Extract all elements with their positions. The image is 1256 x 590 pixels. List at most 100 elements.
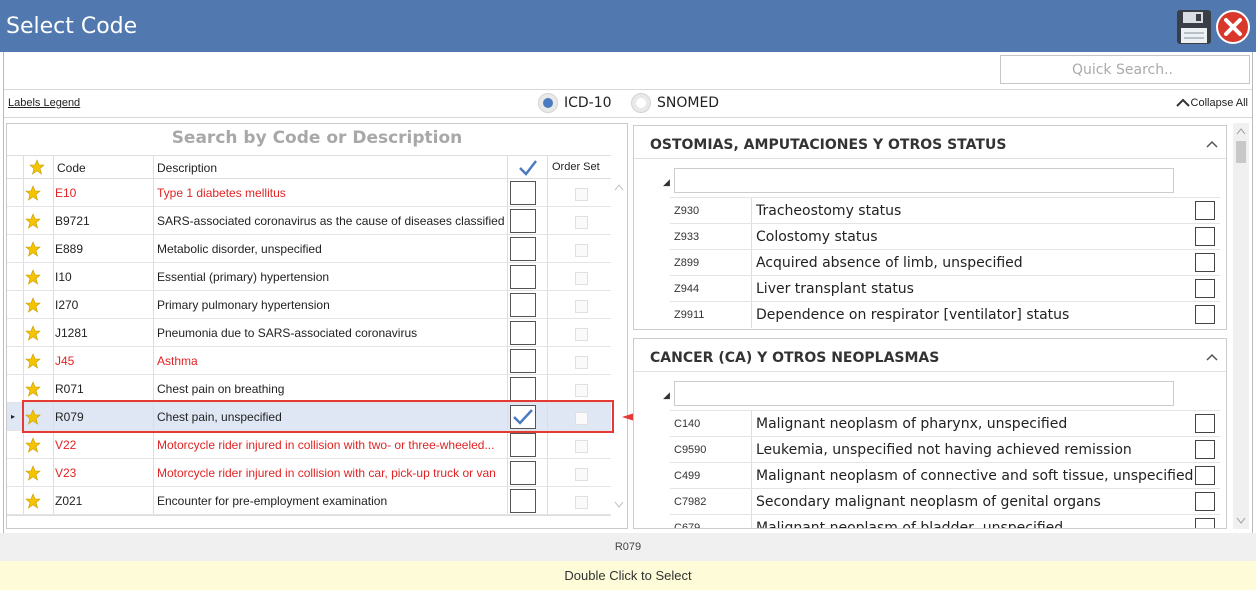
list-item[interactable]: Z944 Liver transplant status <box>670 275 1220 302</box>
row-select-checkbox[interactable] <box>510 405 536 429</box>
item-checkbox[interactable] <box>1195 253 1215 272</box>
order-set-checkbox[interactable] <box>575 384 588 397</box>
order-set-checkbox[interactable] <box>575 244 588 257</box>
labels-legend-link[interactable]: Labels Legend <box>8 97 80 109</box>
order-set-checkbox[interactable] <box>575 496 588 509</box>
table-row[interactable]: Z021 Encounter for pre-employment examina… <box>7 487 611 515</box>
list-item[interactable]: C9590 Leukemia, unspecified not having ac… <box>670 436 1220 463</box>
list-item[interactable]: Z933 Colostomy status <box>670 223 1220 250</box>
left-horizontal-scrollbar[interactable] <box>7 515 611 529</box>
item-checkbox[interactable] <box>1195 414 1215 433</box>
favorite-star-icon[interactable] <box>25 325 41 341</box>
row-select-checkbox[interactable] <box>510 433 536 457</box>
item-checkbox[interactable] <box>1195 201 1215 220</box>
order-set-checkbox[interactable] <box>575 188 588 201</box>
order-set-checkbox[interactable] <box>575 356 588 369</box>
row-select-checkbox[interactable] <box>510 349 536 373</box>
radio-snomed[interactable]: SNOMED <box>631 93 719 113</box>
favorite-star-icon[interactable] <box>25 241 41 257</box>
item-checkbox[interactable] <box>1195 227 1215 246</box>
expand-triangle-icon[interactable]: ◢ <box>663 390 670 401</box>
table-row[interactable]: V22 Motorcycle rider injured in collision… <box>7 431 611 459</box>
order-set-checkbox[interactable] <box>575 328 588 341</box>
table-row[interactable]: I270 Primary pulmonary hypertension <box>7 291 611 319</box>
search-title[interactable]: Search by Code or Description <box>7 128 627 148</box>
row-select-checkbox[interactable] <box>510 321 536 345</box>
row-select-checkbox[interactable] <box>510 377 536 401</box>
section-title[interactable]: OSTOMIAS, AMPUTACIONES Y OTROS STATUS <box>650 137 1006 153</box>
scroll-down-icon[interactable] <box>614 501 624 509</box>
table-row[interactable]: J45 Asthma <box>7 347 611 375</box>
row-select-checkbox[interactable] <box>510 209 536 233</box>
chevron-up-icon[interactable] <box>1206 136 1218 151</box>
list-item[interactable]: C679 Malignant neoplasm of bladder, unspe… <box>670 514 1220 528</box>
favorite-star-icon[interactable] <box>25 381 41 397</box>
scroll-up-icon[interactable] <box>1236 127 1246 135</box>
row-select-checkbox[interactable] <box>510 461 536 485</box>
favorite-star-icon[interactable] <box>25 409 41 425</box>
header-order-set[interactable]: Order Set <box>552 161 600 173</box>
row-select-checkbox[interactable] <box>510 265 536 289</box>
favorite-star-icon[interactable] <box>25 493 41 509</box>
list-item[interactable]: C7982 Secondary malignant neoplasm of gen… <box>670 488 1220 515</box>
section-filter-input[interactable] <box>674 381 1174 406</box>
order-set-checkbox[interactable] <box>575 468 588 481</box>
table-row[interactable]: B9721 SARS-associated coronavirus as the … <box>7 207 611 235</box>
favorite-star-header-icon[interactable] <box>29 159 45 175</box>
section-filter-input[interactable] <box>674 168 1174 193</box>
item-checkbox[interactable] <box>1195 305 1215 324</box>
row-select-checkbox[interactable] <box>510 237 536 261</box>
scroll-down-icon[interactable] <box>1236 517 1246 525</box>
floppy-disk-icon[interactable] <box>1176 9 1212 45</box>
item-checkbox[interactable] <box>1195 492 1215 511</box>
favorite-star-icon[interactable] <box>25 269 41 285</box>
header-description[interactable]: Description <box>157 161 217 175</box>
row-select-checkbox[interactable] <box>510 489 536 513</box>
list-item[interactable]: C140 Malignant neoplasm of pharynx, unspe… <box>670 410 1220 437</box>
item-description: Liver transplant status <box>756 281 914 297</box>
table-row[interactable]: V23 Motorcycle rider injured in collision… <box>7 459 611 487</box>
list-item[interactable]: Z9911 Dependence on respirator [ventilato… <box>670 301 1220 328</box>
item-checkbox[interactable] <box>1195 440 1215 459</box>
order-set-checkbox[interactable] <box>575 412 588 425</box>
table-row[interactable]: I10 Essential (primary) hypertension <box>7 263 611 291</box>
row-select-checkbox[interactable] <box>510 293 536 317</box>
collapse-all-button[interactable]: Collapse All <box>1175 97 1248 109</box>
table-row[interactable]: J1281 Pneumonia due to SARS-associated co… <box>7 319 611 347</box>
table-row[interactable]: E889 Metabolic disorder, unspecified <box>7 235 611 263</box>
order-set-checkbox[interactable] <box>575 216 588 229</box>
favorite-star-icon[interactable] <box>25 353 41 369</box>
favorite-star-icon[interactable] <box>25 297 41 313</box>
scroll-up-icon[interactable] <box>614 183 624 191</box>
chevron-up-icon[interactable] <box>1206 349 1218 364</box>
favorite-star-icon[interactable] <box>25 465 41 481</box>
row-description: Asthma <box>157 354 198 368</box>
order-set-checkbox[interactable] <box>575 440 588 453</box>
table-row[interactable]: ▸ R079 Chest pain, unspecified <box>7 403 611 431</box>
item-checkbox[interactable] <box>1195 518 1215 528</box>
list-item[interactable]: C499 Malignant neoplasm of connective and… <box>670 462 1220 489</box>
radio-icd10[interactable]: ICD-10 <box>538 93 612 113</box>
checkmark-header-icon[interactable] <box>518 159 538 177</box>
table-row[interactable]: R071 Chest pain on breathing <box>7 375 611 403</box>
right-vertical-scrollbar[interactable] <box>1233 123 1249 529</box>
item-checkbox[interactable] <box>1195 279 1215 298</box>
order-set-checkbox[interactable] <box>575 272 588 285</box>
favorite-star-icon[interactable] <box>25 437 41 453</box>
favorite-star-icon[interactable] <box>25 185 41 201</box>
left-vertical-scrollbar[interactable] <box>611 179 627 515</box>
table-row[interactable]: E10 Type 1 diabetes mellitus <box>7 179 611 207</box>
order-set-checkbox[interactable] <box>575 300 588 313</box>
header-code[interactable]: Code <box>57 161 86 175</box>
section-title[interactable]: CANCER (CA) Y OTROS NEOPLASMAS <box>650 350 939 366</box>
list-item[interactable]: Z930 Tracheostomy status <box>670 197 1220 224</box>
expand-triangle-icon[interactable]: ◢ <box>663 177 670 188</box>
scroll-thumb[interactable] <box>1236 141 1246 163</box>
quick-search-input[interactable]: Quick Search.. <box>1000 55 1250 84</box>
row-select-checkbox[interactable] <box>510 181 536 205</box>
favorite-star-icon[interactable] <box>25 213 41 229</box>
row-code: E889 <box>55 242 84 256</box>
item-checkbox[interactable] <box>1195 466 1215 485</box>
list-item[interactable]: Z899 Acquired absence of limb, unspecifie… <box>670 249 1220 276</box>
close-icon[interactable] <box>1216 10 1250 44</box>
